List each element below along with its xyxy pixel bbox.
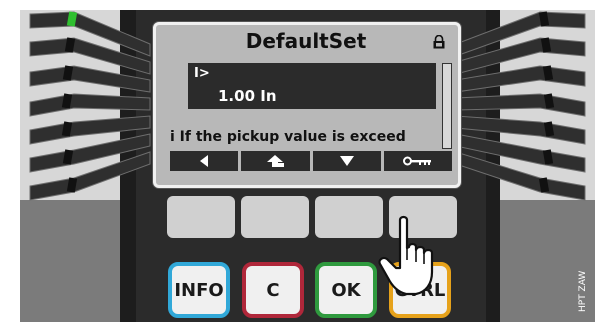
lock-icon (433, 35, 445, 49)
key-icon (402, 156, 431, 166)
screen-title: DefaultSet (245, 29, 367, 53)
hardware-softkey-3[interactable] (315, 196, 383, 238)
right-ribbons (455, 11, 586, 201)
parameter-name: I> (194, 66, 210, 81)
softkey-bar (170, 151, 452, 171)
selected-parameter[interactable]: I> 1.00 In (188, 63, 436, 109)
scrollbar[interactable] (442, 63, 452, 149)
clear-key[interactable]: C (242, 262, 304, 318)
softkey-key[interactable] (383, 151, 452, 171)
ok-key-label: OK (331, 279, 361, 301)
ok-key[interactable]: OK (315, 262, 377, 318)
softkey-down[interactable] (312, 151, 381, 171)
device-panel: DefaultSet I> 1.00 In i If the pickup va… (0, 0, 597, 322)
lcd-screen: DefaultSet I> 1.00 In i If the pickup va… (153, 22, 461, 188)
arrow-down-icon (339, 156, 354, 166)
info-key[interactable]: INFO (168, 262, 230, 318)
parameter-value: 1.00 In (218, 87, 277, 105)
info-text: i If the pickup value is exceed (170, 129, 406, 145)
softkey-left[interactable] (170, 151, 239, 171)
parent-menu-icon (267, 155, 285, 167)
left-ribbons (29, 11, 151, 201)
hardware-softkey-1[interactable] (167, 196, 235, 238)
watermark: HPT ZAW (578, 270, 588, 312)
arrow-left-icon (200, 155, 209, 167)
softkey-parent[interactable] (241, 151, 310, 171)
clear-key-label: C (266, 279, 280, 301)
info-key-label: INFO (174, 279, 224, 301)
hardware-softkey-2[interactable] (241, 196, 309, 238)
pointing-hand-icon (378, 215, 434, 296)
